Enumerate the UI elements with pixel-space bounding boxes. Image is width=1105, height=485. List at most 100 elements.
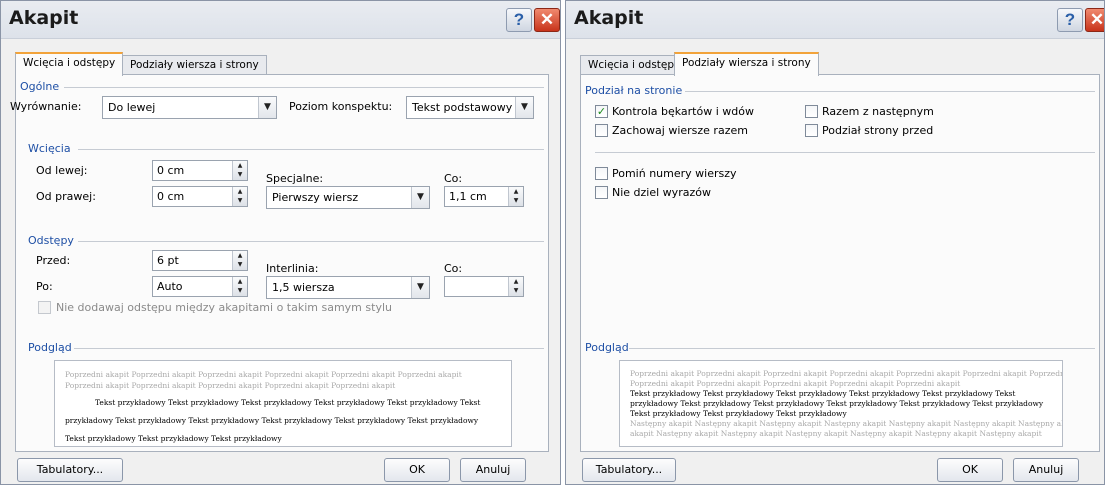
keep-with-next-checkbox[interactable] (805, 105, 818, 118)
preview-line: Tekst przykładowy Tekst przykładowy Teks… (630, 409, 847, 418)
indent-right-label: Od prawej: (36, 190, 96, 203)
outline-level-select[interactable]: Tekst podstawowy ▼ (406, 96, 534, 119)
chevron-down-icon[interactable]: ▼ (411, 187, 429, 208)
space-before-spinner[interactable]: 6 pt ▲ ▼ (152, 250, 248, 271)
outline-level-label: Poziom konspektu: (289, 100, 393, 113)
indent-left-value: 0 cm (157, 164, 185, 177)
alignment-select[interactable]: Do lewej ▼ (102, 96, 277, 119)
check-icon: ✓ (596, 105, 607, 118)
preview-heading: Podgląd (28, 341, 72, 354)
space-before-label: Przed: (36, 254, 71, 267)
close-icon: ✕ (539, 10, 555, 29)
preview-line: Tekst przykładowy Tekst przykładowy Teks… (65, 434, 282, 443)
line-spacing-label: Interlinia: (266, 262, 319, 275)
tab-panel: Podział na stronie ✓ Kontrola bękartów i… (580, 74, 1100, 452)
divider (74, 348, 544, 349)
line-spacing-select[interactable]: 1,5 wiersza ▼ (266, 276, 430, 299)
indent-left-label: Od lewej: (36, 164, 88, 177)
no-space-same-style-checkbox[interactable] (38, 301, 51, 314)
space-before-value: 6 pt (157, 254, 179, 267)
special-indent-label: Specjalne: (266, 172, 324, 185)
indent-right-spinner[interactable]: 0 cm ▲ ▼ (152, 186, 248, 207)
space-after-value: Auto (157, 280, 183, 293)
close-button[interactable]: ✕ (1085, 8, 1105, 32)
special-indent-value: Pierwszy wiersz (272, 191, 359, 204)
spin-arrows-icon[interactable]: ▲ ▼ (508, 187, 523, 206)
space-after-label: Po: (36, 280, 53, 293)
divider (629, 348, 1095, 349)
preview-line: Poprzedni akapit Poprzedni akapit Poprze… (65, 370, 462, 379)
tab-line-page-breaks[interactable]: Podziały wiersza i strony (674, 52, 819, 76)
spin-arrows-icon[interactable]: ▲ ▼ (232, 251, 247, 270)
preview-line: Poprzedni akapit Poprzedni akapit Poprze… (65, 381, 396, 390)
preview-line: Następny akapit Następny akapit Następny… (630, 419, 1063, 428)
ok-button[interactable]: OK (384, 458, 450, 482)
line-spacing-at-spinner[interactable]: ▲ ▼ (444, 276, 524, 297)
tab-indents-spacing[interactable]: Wcięcia i odstępy (580, 55, 689, 75)
preview-line: Poprzedni akapit Poprzedni akapit Poprze… (630, 369, 1063, 378)
divider (595, 152, 1095, 153)
paragraph-dialog-indents: Akapit ? ✕ Wcięcia i odstępy Podziały wi… (0, 0, 561, 485)
no-hyphenation-label: Nie dziel wyrazów (612, 186, 711, 199)
page-break-before-label: Podział strony przed (822, 124, 934, 137)
chevron-down-icon[interactable]: ▼ (258, 97, 276, 118)
indent-by-value: 1,1 cm (449, 190, 487, 203)
help-button[interactable]: ? (506, 8, 532, 32)
close-button[interactable]: ✕ (534, 8, 560, 32)
widow-control-checkbox[interactable]: ✓ (595, 105, 608, 118)
keep-with-next-label: Razem z następnym (822, 105, 934, 118)
preview-heading: Podgląd (585, 341, 629, 354)
indent-by-spinner[interactable]: 1,1 cm ▲ ▼ (444, 186, 524, 207)
indent-by-label: Co: (444, 172, 463, 185)
line-spacing-value: 1,5 wiersza (272, 281, 335, 294)
suppress-line-numbers-checkbox[interactable] (595, 167, 608, 180)
spin-arrows-icon[interactable]: ▲ ▼ (232, 187, 247, 206)
line-spacing-at-label: Co: (444, 262, 463, 275)
dialog-title: Akapit (9, 7, 79, 29)
indents-heading: Wcięcia (28, 142, 71, 155)
ok-button[interactable]: OK (937, 458, 1003, 482)
general-heading: Ogólne (20, 80, 60, 93)
preview-line: przykładowy Tekst przykładowy Tekst przy… (65, 416, 479, 425)
tab-indents-spacing[interactable]: Wcięcia i odstępy (15, 52, 124, 76)
preview-line: Tekst przykładowy Tekst przykładowy Teks… (95, 398, 481, 407)
widow-control-label: Kontrola bękartów i wdów (612, 105, 754, 118)
preview-line: Tekst przykładowy Tekst przykładowy Teks… (630, 389, 1016, 398)
tab-panel: Ogólne Wyrównanie: Do lewej ▼ Poziom kon… (10, 74, 549, 452)
spin-arrows-icon[interactable]: ▲ ▼ (232, 161, 247, 180)
pagination-heading: Podział na stronie (585, 84, 683, 97)
paragraph-preview: Poprzedni akapit Poprzedni akapit Poprze… (619, 360, 1063, 447)
indent-left-spinner[interactable]: 0 cm ▲ ▼ (152, 160, 248, 181)
divider (685, 91, 1095, 92)
preview-line: przykładowy Tekst przykładowy Tekst przy… (630, 399, 1044, 408)
keep-lines-together-checkbox[interactable] (595, 124, 608, 137)
title-bar: Akapit ? ✕ (566, 1, 1104, 39)
no-hyphenation-checkbox[interactable] (595, 186, 608, 199)
outline-level-value: Tekst podstawowy (412, 101, 513, 114)
help-button[interactable]: ? (1057, 8, 1083, 32)
chevron-down-icon[interactable]: ▼ (411, 277, 429, 298)
question-mark-icon: ? (513, 10, 525, 29)
close-icon: ✕ (1089, 10, 1105, 29)
cancel-button[interactable]: Anuluj (460, 458, 526, 482)
chevron-down-icon[interactable]: ▼ (515, 97, 533, 118)
tab-line-page-breaks[interactable]: Podziały wiersza i strony (122, 55, 267, 75)
tabs-button[interactable]: Tabulatory... (17, 458, 123, 482)
page-break-before-checkbox[interactable] (805, 124, 818, 137)
spin-arrows-icon[interactable]: ▲ ▼ (232, 277, 247, 296)
divider (64, 87, 544, 88)
suppress-line-numbers-label: Pomiń numery wierszy (612, 167, 737, 180)
space-after-spinner[interactable]: Auto ▲ ▼ (152, 276, 248, 297)
no-space-same-style-label: Nie dodawaj odstępu między akapitami o t… (56, 301, 392, 314)
tabs-button[interactable]: Tabulatory... (582, 458, 676, 482)
question-mark-icon: ? (1064, 10, 1076, 29)
cancel-button[interactable]: Anuluj (1013, 458, 1079, 482)
keep-lines-together-label: Zachowaj wiersze razem (612, 124, 748, 137)
divider (78, 149, 544, 150)
alignment-label: Wyrównanie: (10, 100, 82, 113)
spin-arrows-icon[interactable]: ▲ ▼ (508, 277, 523, 296)
title-bar: Akapit ? ✕ (1, 1, 560, 39)
paragraph-preview: Poprzedni akapit Poprzedni akapit Poprze… (54, 360, 512, 447)
special-indent-select[interactable]: Pierwszy wiersz ▼ (266, 186, 430, 209)
divider (78, 241, 544, 242)
